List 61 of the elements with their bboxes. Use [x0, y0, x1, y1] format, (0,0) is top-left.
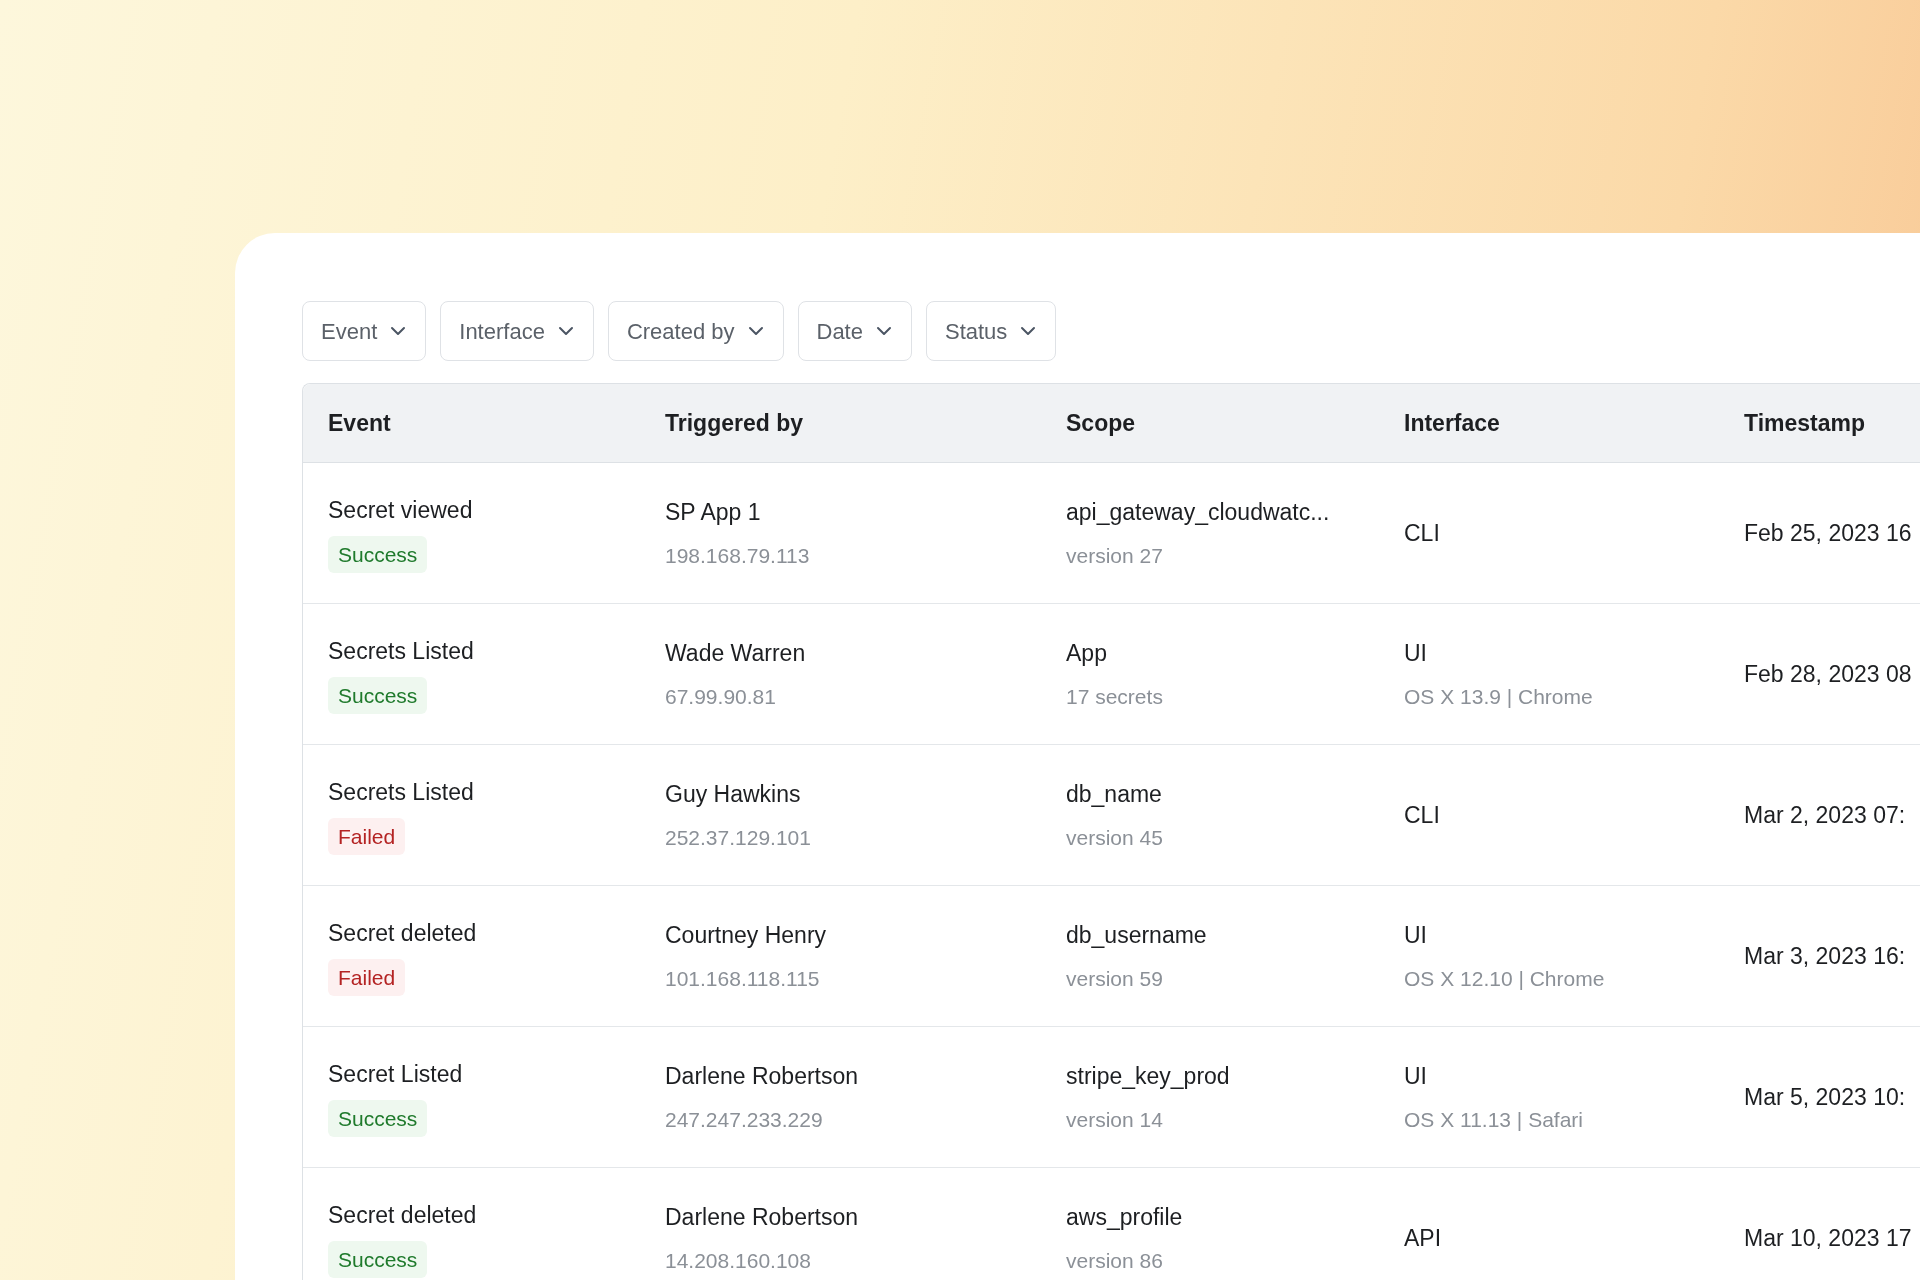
trigger-name: Darlene Robertson — [665, 1062, 860, 1091]
trigger-name: Courtney Henry — [665, 921, 828, 950]
ip-address: 14.208.160.108 — [665, 1247, 812, 1274]
trigger-name: SP App 1 — [665, 498, 762, 527]
scope-name: App — [1066, 639, 1108, 668]
event-name: Secrets Listed — [328, 778, 474, 807]
interface-name: CLI — [1404, 800, 1441, 830]
status-badge: Success — [328, 535, 428, 573]
scope-detail: version 86 — [1066, 1247, 1164, 1274]
scope-detail: version 27 — [1066, 542, 1164, 569]
column-header: Timestamp — [1744, 408, 1866, 438]
status-badge: Success — [328, 1099, 428, 1137]
timestamp: Feb 25, 2023 16 — [1744, 519, 1912, 546]
trigger-name: Guy Hawkins — [665, 780, 802, 809]
scope-name: aws_profile — [1066, 1203, 1184, 1232]
ip-address: 198.168.79.113 — [665, 542, 811, 569]
trigger-name: Wade Warren — [665, 639, 807, 668]
timestamp: Mar 5, 2023 10: — [1744, 1083, 1906, 1110]
scope-name: api_gateway_cloudwatc... — [1066, 498, 1331, 527]
column-header: Scope — [1066, 408, 1137, 438]
interface-detail: OS X 11.13 | Safari — [1404, 1106, 1584, 1133]
status-badge: Failed — [328, 817, 406, 855]
ip-address: 67.99.90.81 — [665, 683, 777, 710]
event-name: Secrets Listed — [328, 637, 474, 666]
timestamp: Feb 28, 2023 08 — [1744, 660, 1912, 687]
interface-name: CLI — [1404, 518, 1441, 548]
ip-address: 252.37.129.101 — [665, 824, 812, 851]
filter-dropdown[interactable]: Status — [926, 301, 1057, 361]
ip-address: 101.168.118.115 — [665, 965, 821, 992]
scope-name: db_username — [1066, 921, 1208, 950]
event-name: Secret deleted — [328, 1201, 477, 1230]
interface-name: API — [1404, 1223, 1443, 1253]
trigger-name: Darlene Robertson — [665, 1203, 860, 1232]
scope-detail: version 59 — [1066, 965, 1164, 992]
scope-detail: 17 secrets — [1066, 683, 1164, 710]
scope-name: stripe_key_prod — [1066, 1062, 1231, 1091]
filter-dropdown[interactable]: Date — [797, 301, 912, 361]
timestamp: Mar 2, 2023 07: — [1744, 801, 1906, 828]
column-header: Interface — [1404, 408, 1501, 438]
column-header: Triggered by — [665, 408, 805, 438]
filter-dropdown[interactable]: Created by — [607, 301, 784, 361]
status-badge: Failed — [328, 958, 406, 996]
timestamp: Mar 3, 2023 16: — [1744, 942, 1906, 969]
event-name: Secret viewed — [328, 496, 473, 525]
ip-address: 247.247.233.229 — [665, 1106, 824, 1133]
interface-detail: OS X 13.9 | Chrome — [1404, 683, 1594, 710]
interface-name: UI — [1404, 639, 1428, 668]
interface-name: UI — [1404, 1062, 1428, 1091]
column-header: Event — [328, 408, 392, 438]
scope-name: db_name — [1066, 780, 1163, 809]
interface-detail: OS X 12.10 | Chrome — [1404, 965, 1606, 992]
scope-detail: version 14 — [1066, 1106, 1164, 1133]
timestamp: Mar 10, 2023 17 — [1744, 1224, 1912, 1251]
event-name: Secret Listed — [328, 1060, 463, 1089]
status-badge: Success — [328, 1240, 428, 1278]
filter-dropdown[interactable]: Interface — [440, 301, 594, 361]
event-name: Secret deleted — [328, 919, 477, 948]
status-badge: Success — [328, 676, 428, 714]
filter-dropdown[interactable]: Event — [302, 301, 427, 361]
interface-name: UI — [1404, 921, 1428, 950]
scope-detail: version 45 — [1066, 824, 1164, 851]
